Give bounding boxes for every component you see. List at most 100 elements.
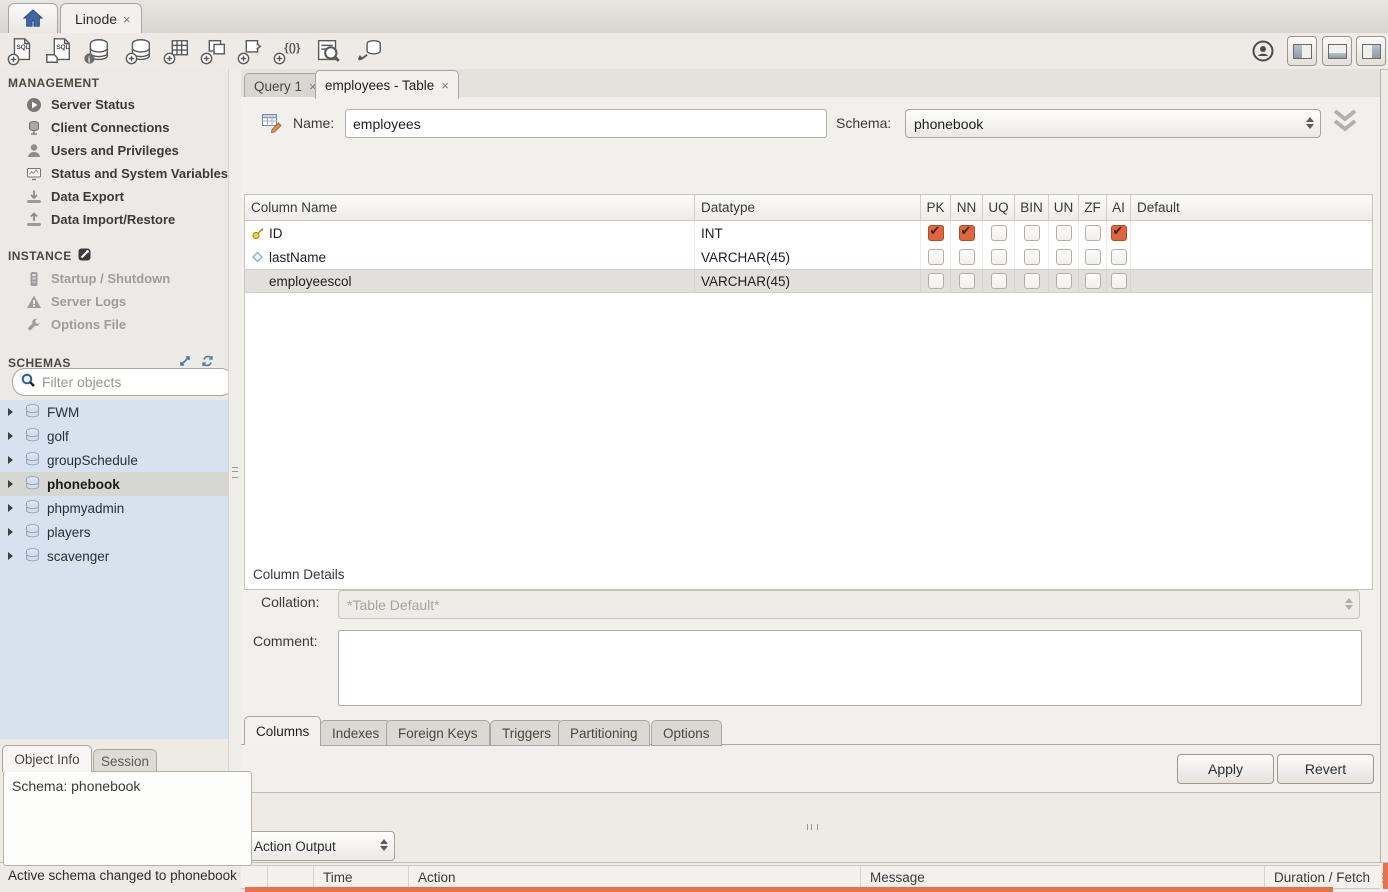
revert-button[interactable]: Revert	[1277, 754, 1374, 784]
zf-checkbox[interactable]	[1085, 249, 1101, 265]
schema-item-phonebook[interactable]: phonebook	[0, 472, 228, 496]
connection-tab[interactable]: Linode ×	[60, 3, 142, 34]
schema-item-golf[interactable]: golf	[0, 424, 228, 448]
output-header-action[interactable]: Action	[409, 866, 861, 888]
database-info-icon[interactable]: i	[80, 35, 114, 67]
ai-checkbox[interactable]	[1111, 225, 1127, 241]
bin-checkbox[interactable]	[1024, 273, 1040, 289]
tab-triggers[interactable]: Triggers	[490, 720, 563, 746]
column-row-employeescol[interactable]: employeescol VARCHAR(45)	[245, 269, 1372, 293]
default-cell[interactable]	[1131, 270, 1372, 292]
open-sql-script-icon[interactable]: SQL	[42, 35, 76, 67]
header-zf[interactable]: ZF	[1079, 195, 1107, 220]
pk-checkbox[interactable]	[928, 249, 944, 265]
toggle-bottom-panel-button[interactable]	[1322, 36, 1352, 66]
expander-icon[interactable]	[8, 504, 18, 512]
sidebar-item-data-export[interactable]: Data Export	[0, 185, 228, 208]
tab-employees-table[interactable]: employees - Table×	[315, 70, 459, 99]
default-cell[interactable]	[1131, 245, 1372, 269]
uq-checkbox[interactable]	[991, 273, 1007, 289]
new-view-icon[interactable]	[197, 35, 231, 67]
new-function-icon[interactable]: {()}	[270, 35, 304, 67]
ai-checkbox[interactable]	[1111, 249, 1127, 265]
bin-checkbox[interactable]	[1024, 225, 1040, 241]
apply-button[interactable]: Apply	[1177, 754, 1274, 784]
sidebar-item-system-variables[interactable]: Status and System Variables	[0, 162, 228, 185]
header-bin[interactable]: BIN	[1015, 195, 1049, 220]
toggle-left-sidebar-button[interactable]	[1287, 36, 1317, 66]
tab-session[interactable]: Session	[93, 749, 157, 772]
uq-checkbox[interactable]	[991, 249, 1007, 265]
new-schema-icon[interactable]	[122, 35, 156, 67]
schema-item-phpmyadmin[interactable]: phpmyadmin	[0, 496, 228, 520]
header-datatype[interactable]: Datatype	[695, 195, 921, 220]
header-pk[interactable]: PK	[921, 195, 951, 220]
header-ai[interactable]: AI	[1107, 195, 1131, 220]
tab-foreign-keys[interactable]: Foreign Keys	[386, 720, 490, 746]
sidebar-item-data-import[interactable]: Data Import/Restore	[0, 208, 228, 231]
header-uq[interactable]: UQ	[983, 195, 1015, 220]
ai-checkbox[interactable]	[1111, 273, 1127, 289]
schema-item-groupschedule[interactable]: groupSchedule	[0, 448, 228, 472]
sidebar-item-server-logs[interactable]: Server Logs	[0, 290, 228, 313]
schema-filter-input[interactable]: Filter objects	[12, 368, 234, 396]
header-column-name[interactable]: Column Name	[245, 195, 695, 220]
header-un[interactable]: UN	[1049, 195, 1079, 220]
expander-icon[interactable]	[8, 528, 18, 536]
expander-icon[interactable]	[8, 552, 18, 560]
output-header-duration[interactable]: Duration / Fetch	[1265, 866, 1380, 888]
tab-options[interactable]: Options	[651, 720, 722, 746]
expander-icon[interactable]	[8, 432, 18, 440]
schema-item-fwm[interactable]: FWM	[0, 400, 228, 424]
tab-columns[interactable]: Columns	[244, 716, 321, 745]
action-output-select[interactable]: Action Output	[244, 831, 395, 861]
sidebar-item-options-file[interactable]: Options File	[0, 313, 228, 336]
nn-checkbox[interactable]	[959, 273, 975, 289]
un-checkbox[interactable]	[1056, 225, 1072, 241]
column-row-id[interactable]: ID INT	[245, 221, 1372, 245]
tab-indexes[interactable]: Indexes	[320, 720, 391, 746]
pk-checkbox[interactable]	[928, 273, 944, 289]
un-checkbox[interactable]	[1056, 273, 1072, 289]
bin-checkbox[interactable]	[1024, 249, 1040, 265]
horizontal-splitter[interactable]	[807, 824, 818, 830]
comment-textarea[interactable]	[338, 630, 1362, 706]
close-icon[interactable]: ×	[441, 78, 449, 93]
collation-select[interactable]: *Table Default*	[338, 590, 1360, 619]
default-cell[interactable]	[1131, 221, 1372, 245]
data-transfer-icon[interactable]	[352, 35, 386, 67]
output-header-message[interactable]: Message	[861, 866, 1265, 888]
output-header-time[interactable]: Time	[314, 866, 409, 888]
collapse-form-icon[interactable]	[1329, 105, 1361, 140]
expander-icon[interactable]	[8, 408, 18, 416]
new-table-icon[interactable]	[160, 35, 194, 67]
pk-checkbox[interactable]	[928, 225, 944, 241]
un-checkbox[interactable]	[1056, 249, 1072, 265]
sidebar-item-users-privileges[interactable]: Users and Privileges	[0, 139, 228, 162]
toggle-right-sidebar-button[interactable]	[1356, 36, 1386, 66]
user-status-icon[interactable]	[1246, 35, 1280, 67]
search-table-data-icon[interactable]	[311, 35, 345, 67]
zf-checkbox[interactable]	[1085, 225, 1101, 241]
zf-checkbox[interactable]	[1085, 273, 1101, 289]
schema-select[interactable]: phonebook	[905, 109, 1321, 138]
schema-item-players[interactable]: players	[0, 520, 228, 544]
header-nn[interactable]: NN	[951, 195, 983, 220]
header-default[interactable]: Default	[1131, 195, 1372, 220]
expander-icon[interactable]	[8, 456, 18, 464]
tab-object-info[interactable]: Object Info	[2, 745, 92, 772]
nn-checkbox[interactable]	[959, 249, 975, 265]
close-icon[interactable]: ×	[123, 12, 131, 27]
new-routine-icon[interactable]	[234, 35, 268, 67]
schema-item-scavenger[interactable]: scavenger	[0, 544, 228, 568]
uq-checkbox[interactable]	[991, 225, 1007, 241]
sidebar-item-startup-shutdown[interactable]: Startup / Shutdown	[0, 267, 228, 290]
sidebar-item-server-status[interactable]: Server Status	[0, 93, 228, 116]
home-tab[interactable]	[8, 3, 58, 34]
new-sql-tab-icon[interactable]: SQL	[4, 35, 38, 67]
table-name-input[interactable]: employees	[345, 109, 827, 138]
expander-icon[interactable]	[8, 480, 18, 488]
nn-checkbox[interactable]	[959, 225, 975, 241]
tab-partitioning[interactable]: Partitioning	[558, 720, 650, 746]
sidebar-item-client-connections[interactable]: Client Connections	[0, 116, 228, 139]
